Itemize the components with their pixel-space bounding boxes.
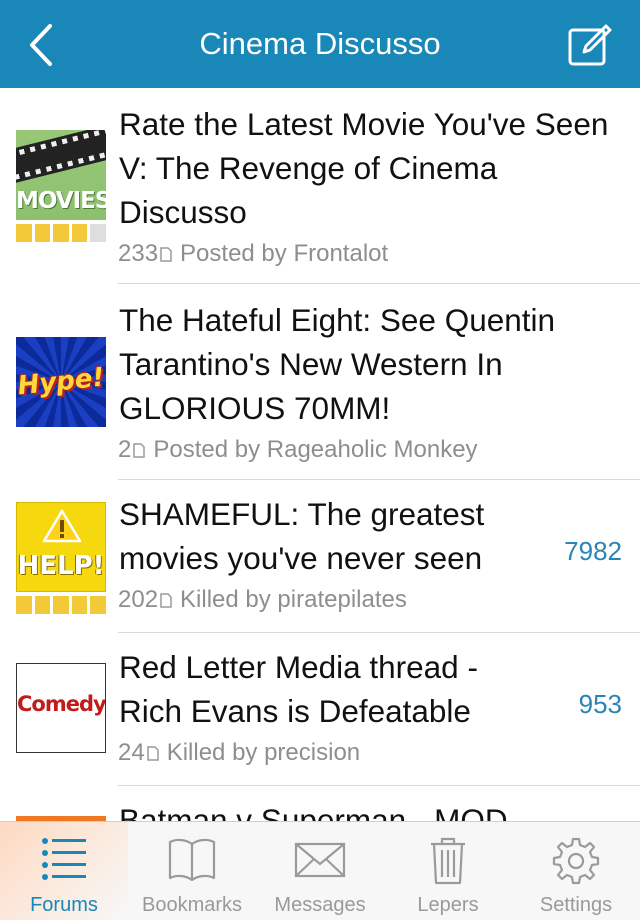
thread-row[interactable]: MOVIES Rate the Latest Movie You've Seen… [0, 88, 640, 284]
page-icon [146, 746, 159, 761]
thread-meta: 202 Killed by piratepilates [118, 584, 640, 616]
thread-tag: HELP! [16, 502, 106, 614]
thread-row[interactable]: Batman v Superman - MOD [0, 786, 640, 821]
thread-byline: Posted by Rageaholic Monkey [153, 436, 478, 463]
tab-bar: Forums Bookmarks Messages Lepers Setting… [0, 821, 640, 920]
page-title: Cinema Discusso [199, 26, 441, 61]
tab-label: Forums [30, 894, 98, 916]
nav-bar: Cinema Discusso [0, 0, 640, 88]
tab-settings[interactable]: Settings [512, 822, 640, 920]
compose-button[interactable] [564, 20, 614, 70]
thread-list[interactable]: MOVIES Rate the Latest Movie You've Seen… [0, 88, 640, 821]
tab-label: Settings [539, 894, 613, 916]
tab-forums[interactable]: Forums [0, 822, 128, 920]
book-icon [168, 838, 216, 882]
thread-rating [16, 596, 106, 614]
thread-tag: MOVIES [16, 130, 106, 242]
hype-tag-icon: Hype! [16, 337, 106, 427]
unread-count[interactable]: 7982 [564, 536, 622, 567]
thread-byline: Killed by piratepilates [180, 586, 407, 613]
post-count: 233 [118, 240, 159, 267]
post-count: 2 [118, 436, 132, 463]
thread-meta: 233 Posted by Frontalot [118, 238, 640, 270]
help-tag-icon: HELP! [16, 502, 106, 592]
thread-title: Rate the Latest Movie You've Seen V: The… [119, 106, 609, 230]
post-count: 202 [118, 586, 159, 613]
tab-messages[interactable]: Messages [256, 822, 384, 920]
thread-meta: 2 Posted by Rageaholic Monkey [118, 434, 640, 466]
envelope-icon [294, 842, 346, 878]
tab-label: Messages [274, 894, 366, 916]
tab-label: Bookmarks [141, 894, 243, 916]
gear-icon [552, 837, 600, 885]
comedy-tag-icon: Comedy [16, 663, 106, 753]
forums-list-icon [42, 838, 86, 880]
warning-icon [42, 509, 82, 543]
compose-icon [568, 24, 612, 66]
thread-title: Batman v Superman - MOD [119, 802, 508, 821]
movies-tag-icon: MOVIES [16, 130, 106, 220]
tab-bookmarks[interactable]: Bookmarks [128, 822, 256, 920]
page-icon [160, 247, 172, 262]
thread-title: SHAMEFUL: The greatest movies you've nev… [119, 496, 485, 576]
page-icon [160, 593, 172, 608]
thread-byline: Killed by precision [166, 739, 361, 766]
thread-title: The Hateful Eight: See Quentin Tarantino… [119, 302, 556, 426]
thread-row[interactable]: Hype! The Hateful Eight: See Quentin Tar… [0, 284, 640, 480]
trash-icon [431, 837, 465, 885]
thread-row[interactable]: HELP! SHAMEFUL: The greatest movies you'… [0, 480, 640, 633]
page-icon [133, 443, 146, 458]
thread-title: Red Letter Media thread - Rich Evans is … [119, 649, 478, 729]
thread-tag: Hype! [16, 337, 106, 427]
post-count: 24 [118, 739, 145, 766]
thread-byline: Posted by Frontalot [180, 240, 389, 267]
thread-meta: 24 Killed by precision [118, 737, 640, 769]
unread-count[interactable]: 953 [579, 689, 622, 720]
thread-tag: Comedy [16, 663, 106, 753]
thread-row[interactable]: Comedy Red Letter Media thread - Rich Ev… [0, 633, 640, 786]
tab-label: Lepers [417, 894, 479, 916]
tab-lepers[interactable]: Lepers [384, 822, 512, 920]
thread-rating [16, 224, 106, 242]
